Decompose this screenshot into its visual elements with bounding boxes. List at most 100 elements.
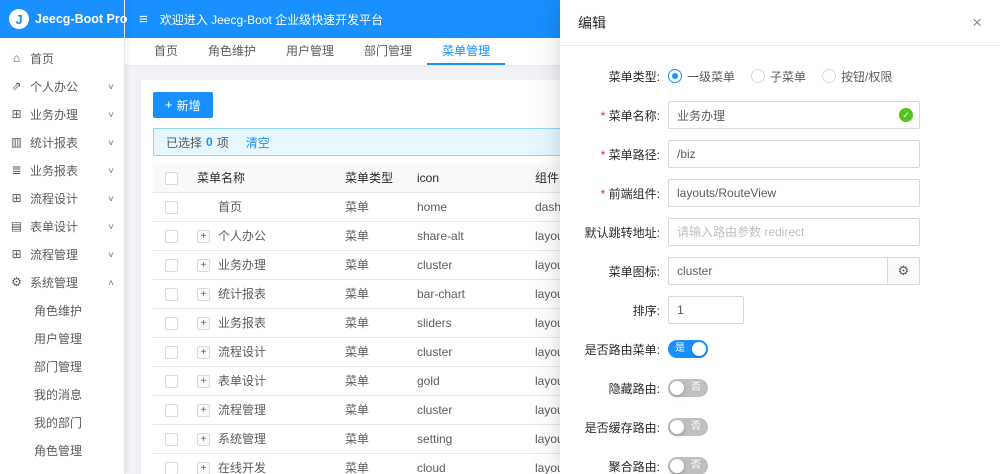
redirect-input[interactable] — [668, 218, 920, 246]
sidebar-item[interactable]: ⇗ 个人办公 — [0, 72, 124, 100]
field-menu-icon: 菜单图标: — [560, 257, 1000, 285]
setting-icon[interactable] — [888, 257, 920, 285]
radio-icon — [751, 69, 766, 83]
menu-name-cell: 业务办理 — [189, 250, 337, 280]
radio-option[interactable]: 子菜单 — [751, 68, 806, 85]
toggle-switch[interactable]: 否 — [668, 457, 708, 474]
sidebar-item-label: 统计报表 — [30, 135, 79, 150]
row-check-cell — [153, 250, 189, 280]
expand-icon[interactable] — [197, 433, 210, 447]
sidebar-subitem[interactable]: 部门管理 — [0, 352, 124, 380]
expand-icon[interactable] — [197, 317, 210, 331]
sort-label: 排序: — [632, 303, 660, 318]
menu-type-cell: 菜单 — [337, 395, 409, 425]
sidebar-subitem[interactable]: 角色维护 — [0, 296, 124, 324]
selection-count: 0 — [206, 135, 213, 149]
expand-icon[interactable] — [197, 259, 210, 273]
row-checkbox[interactable] — [164, 258, 178, 272]
app-logo[interactable]: J Jeecg-Boot Pro — [0, 0, 127, 38]
radio-option[interactable]: 一级菜单 — [668, 68, 735, 85]
menu-name-cell: 在线开发 — [189, 453, 337, 474]
component-label: 前端组件: — [560, 185, 668, 202]
menu-name-cell: 流程设计 — [189, 337, 337, 367]
icon-name-cell: cluster — [409, 337, 527, 367]
menu-fold-icon[interactable] — [139, 12, 148, 27]
sort-input[interactable] — [668, 296, 744, 324]
icon-name-cell: home — [409, 192, 527, 222]
row-checkbox[interactable] — [164, 345, 178, 359]
row-checkbox[interactable] — [164, 287, 178, 301]
expand-icon[interactable] — [197, 462, 210, 474]
sidebar-item[interactable]: ▤ 表单设计 — [0, 212, 124, 240]
switch-knob — [692, 342, 706, 356]
menu-name-text: 个人办公 — [218, 229, 267, 243]
menu-type-cell: 菜单 — [337, 221, 409, 251]
menu-path-input[interactable] — [668, 140, 920, 168]
row-checkbox[interactable] — [164, 316, 178, 330]
expand-icon[interactable] — [197, 404, 210, 418]
sidebar-subitem[interactable]: 我的部门 — [0, 408, 124, 436]
row-checkbox[interactable] — [164, 229, 178, 243]
sidebar-subitem-label: 角色维护 — [34, 303, 83, 318]
close-icon[interactable] — [972, 14, 982, 31]
sidebar-item[interactable]: ▥ 统计报表 — [0, 128, 124, 156]
clear-selection-link[interactable]: 清空 — [246, 134, 270, 151]
field-menu-path: 菜单路径: — [560, 140, 1000, 168]
menu-type-label: 菜单类型: — [608, 69, 660, 84]
sidebar-item-label: 表单设计 — [30, 219, 79, 234]
sidebar-item-label: 流程设计 — [30, 191, 79, 206]
sidebar-item[interactable]: ≣ 业务报表 — [0, 156, 124, 184]
radio-option[interactable]: 按钮/权限 — [822, 68, 892, 85]
field-redirect: 默认跳转地址: — [560, 218, 1000, 246]
toggle-switch[interactable]: 否 — [668, 379, 708, 397]
component-input[interactable] — [668, 179, 920, 207]
sidebar-item-label: 业务报表 — [30, 163, 79, 178]
row-checkbox[interactable] — [164, 461, 178, 474]
menu-name-input[interactable] — [668, 101, 920, 129]
row-checkbox[interactable] — [164, 200, 178, 214]
sidebar-item-label: 流程管理 — [30, 247, 79, 262]
menu-name-cell: 表单设计 — [189, 366, 337, 396]
sidebar-item[interactable]: ⌂ 首页 — [0, 44, 124, 72]
row-checkbox[interactable] — [164, 403, 178, 417]
expand-icon[interactable] — [197, 288, 210, 302]
switch-label: 聚合路由: — [608, 459, 660, 474]
component-control — [668, 179, 920, 207]
page-tab[interactable]: 部门管理 — [349, 38, 427, 65]
sidebar-menu: ⌂ 首页 ⇗ 个人办公 ⊞ 业务办理 ▥ 统 — [0, 38, 124, 296]
row-checkbox[interactable] — [164, 432, 178, 446]
page-tab[interactable]: 用户管理 — [271, 38, 349, 65]
page-tab[interactable]: 首页 — [139, 38, 193, 65]
logo-icon: J — [9, 9, 29, 29]
expand-icon[interactable] — [197, 375, 210, 389]
select-all-checkbox[interactable] — [164, 171, 178, 185]
sidebar-subitem[interactable]: 我的消息 — [0, 380, 124, 408]
sidebar-item-label: 系统管理 — [30, 275, 79, 290]
toggle-switch[interactable]: 否 — [668, 418, 708, 436]
sidebar-item-label: 个人办公 — [30, 79, 79, 94]
toggle-switch[interactable]: 是 — [668, 340, 708, 358]
row-check-cell — [153, 366, 189, 396]
bar-chart-icon: ▥ — [10, 135, 23, 149]
icon-name-cell: gold — [409, 366, 527, 396]
expand-icon[interactable] — [197, 230, 210, 244]
sidebar-item[interactable]: ⚙ 系统管理 — [0, 268, 124, 296]
sidebar-subitem[interactable]: 用户管理 — [0, 324, 124, 352]
expand-icon[interactable] — [197, 346, 210, 360]
sidebar-item[interactable]: ⊞ 流程管理 — [0, 240, 124, 268]
sidebar-subitem-label: 我的消息 — [34, 387, 83, 402]
add-button[interactable]: 新增 — [153, 92, 213, 118]
row-checkbox[interactable] — [164, 374, 178, 388]
menu-type-radio-group: 一级菜单 子菜单 按钮/权限 — [668, 68, 892, 85]
page-tab[interactable]: 角色维护 — [193, 38, 271, 65]
menu-icon-input[interactable] — [668, 257, 888, 285]
menu-name-cell: 首页 — [189, 192, 337, 222]
sidebar-item-label: 首页 — [30, 51, 55, 66]
col-header-type: 菜单类型 — [337, 164, 409, 193]
sidebar-item[interactable]: ⊞ 业务办理 — [0, 100, 124, 128]
page-tab[interactable]: 菜单管理 — [427, 38, 506, 65]
menu-name-text: 表单设计 — [218, 374, 267, 388]
switch-state-text: 否 — [691, 382, 701, 393]
sidebar-item[interactable]: ⊞ 流程设计 — [0, 184, 124, 212]
sidebar-subitem[interactable]: 角色管理 — [0, 436, 124, 464]
